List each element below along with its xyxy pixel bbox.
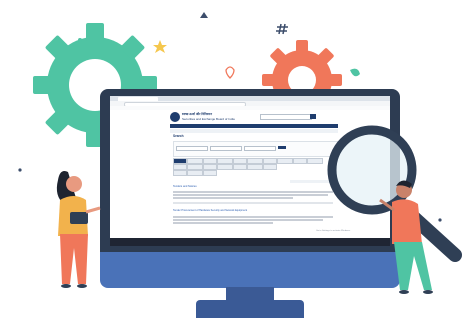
man-illustration	[379, 180, 433, 294]
